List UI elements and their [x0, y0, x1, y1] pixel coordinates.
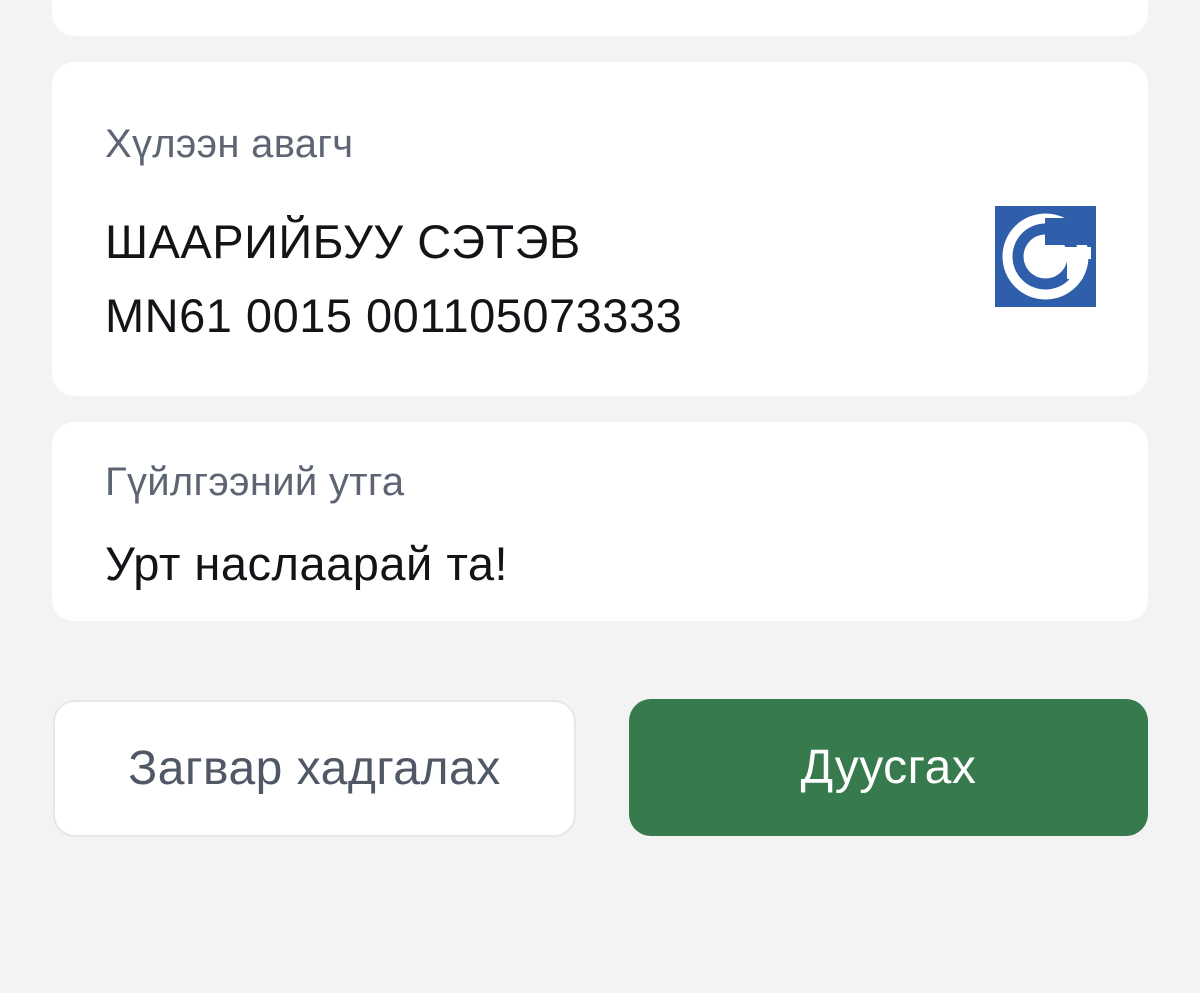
recipient-card: Хүлээн авагч ШААРИЙБУУ СЭТЭВ MN61 0015 0… [52, 62, 1148, 396]
bank-logo-icon [995, 206, 1096, 307]
previous-info-card [52, 0, 1148, 36]
finish-button[interactable]: Дуусгах [629, 699, 1148, 836]
save-template-button[interactable]: Загвар хадгалах [53, 700, 576, 837]
recipient-account-number: MN61 0015 001105073333 [105, 289, 683, 342]
recipient-name: ШААРИЙБУУ СЭТЭВ [105, 215, 581, 268]
recipient-label: Хүлээн авагч [105, 122, 354, 166]
description-card: Гүйлгээний утга Урт наслаарай та! [52, 422, 1148, 621]
description-value: Урт наслаарай та! [105, 537, 509, 590]
description-label: Гүйлгээний утга [105, 460, 405, 504]
